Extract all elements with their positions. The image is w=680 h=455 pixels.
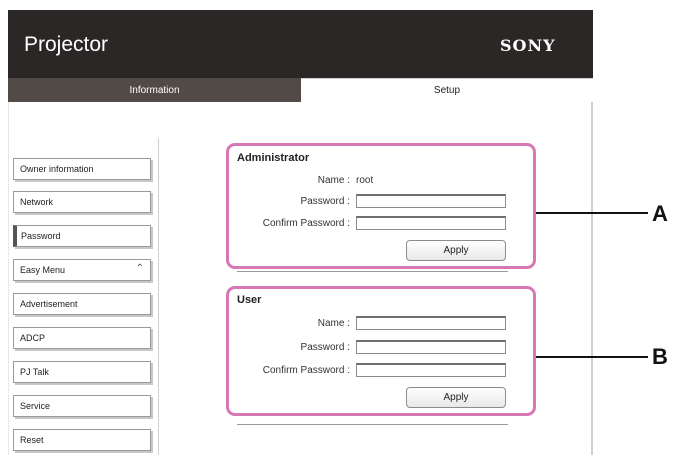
- chevron-up-icon: ⌃: [135, 263, 144, 274]
- admin-confirm-password-field[interactable]: [356, 216, 506, 230]
- sidebar-item-adcp[interactable]: ADCP: [13, 327, 151, 349]
- sidebar-item-password[interactable]: Password: [13, 225, 151, 247]
- admin-confirm-password-label: Confirm Password :: [262, 218, 350, 229]
- sidebar-item-label: Easy Menu: [20, 265, 66, 275]
- admin-name-value: root: [356, 175, 374, 186]
- tab-setup[interactable]: Setup: [301, 78, 593, 102]
- user-confirm-password-field[interactable]: [356, 363, 506, 377]
- admin-apply-button[interactable]: Apply: [406, 240, 506, 261]
- user-name-label: Name :: [317, 318, 350, 329]
- admin-password-field[interactable]: [356, 194, 506, 208]
- sidebar-item-owner-information[interactable]: Owner information: [13, 158, 151, 180]
- sidebar-item-label: PJ Talk: [20, 367, 49, 377]
- app-title: Projector: [24, 33, 109, 56]
- sidebar-item-network[interactable]: Network: [13, 191, 151, 213]
- section-divider: [237, 271, 508, 272]
- user-title: User: [237, 294, 262, 306]
- sidebar-item-label: Service: [20, 401, 51, 411]
- sidebar-item-label: Network: [20, 197, 54, 207]
- sidebar-item-label: ADCP: [20, 333, 46, 343]
- tab-information[interactable]: Information: [8, 78, 301, 102]
- administrator-title: Administrator: [237, 152, 310, 164]
- sidebar-item-service[interactable]: Service: [13, 395, 151, 417]
- brand-logo: SONY: [500, 36, 556, 55]
- callout-label-b: B: [652, 344, 668, 369]
- sidebar-item-reset[interactable]: Reset: [13, 429, 151, 451]
- user-apply-button[interactable]: Apply: [406, 387, 506, 408]
- sidebar-item-label: Reset: [20, 435, 44, 445]
- sidebar-item-label: Password: [21, 231, 61, 241]
- section-divider: [237, 424, 508, 425]
- sidebar-item-advertisement[interactable]: Advertisement: [13, 293, 151, 315]
- user-confirm-password-label: Confirm Password :: [262, 365, 350, 376]
- callout-line-b: [536, 356, 648, 358]
- sidebar-item-label: Owner information: [20, 164, 94, 174]
- sidebar-divider: [158, 138, 159, 455]
- user-password-field[interactable]: [356, 340, 506, 354]
- callout-label-a: A: [652, 201, 668, 226]
- user-name-field[interactable]: [356, 316, 506, 330]
- sidebar-item-easy-menu[interactable]: Easy Menu ⌃: [13, 259, 151, 281]
- admin-name-label: Name :: [317, 175, 350, 186]
- admin-password-label: Password :: [300, 196, 350, 207]
- callout-line-a: [536, 212, 648, 214]
- sidebar-item-pj-talk[interactable]: PJ Talk: [13, 361, 151, 383]
- sidebar-item-label: Advertisement: [20, 299, 78, 309]
- user-password-label: Password :: [300, 342, 350, 353]
